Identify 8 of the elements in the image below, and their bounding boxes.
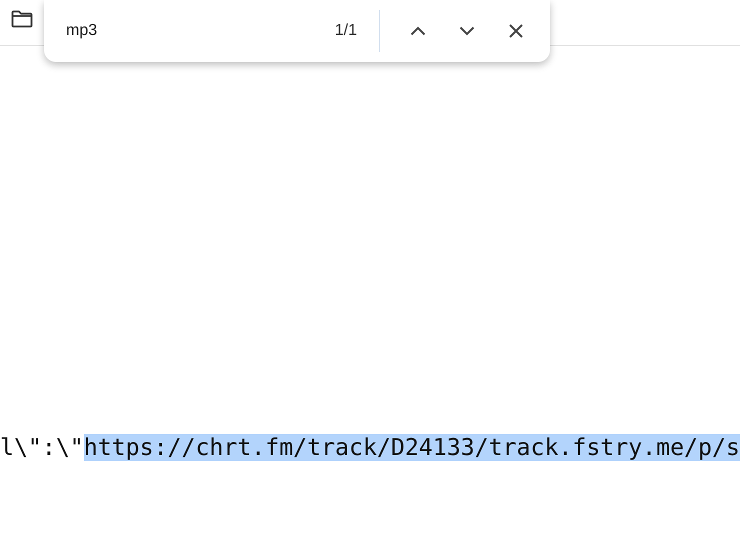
match-count: 1/1 bbox=[334, 22, 357, 40]
chevron-down-icon bbox=[459, 26, 475, 36]
code-text: l\":\" bbox=[0, 434, 84, 461]
chevron-up-icon bbox=[410, 26, 426, 36]
close-icon bbox=[508, 23, 524, 39]
folder-icon[interactable] bbox=[11, 10, 33, 28]
search-field[interactable]: mp3 bbox=[66, 19, 335, 43]
highlighted-code-text: https://chrt.fm/track/D24133/track.fstry.me/p/s bbox=[84, 434, 740, 461]
